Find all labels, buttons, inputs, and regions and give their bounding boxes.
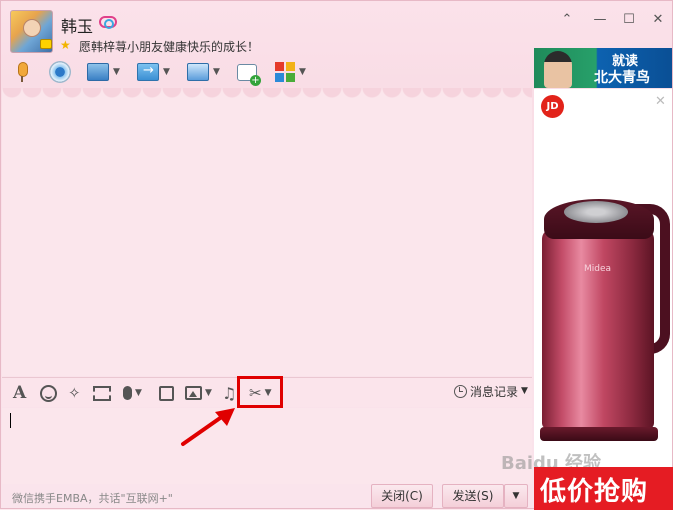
ad-panel[interactable]: JD ✕ Midea	[534, 89, 672, 509]
vip-status-icon[interactable]	[99, 16, 117, 29]
gif-button[interactable]	[93, 382, 111, 404]
send-sms-button[interactable]	[237, 59, 261, 86]
contact-signature: 愿韩梓荨小朋友健康快乐的成长！	[79, 40, 260, 54]
chevron-down-icon[interactable]: ▼	[163, 67, 170, 77]
ad-footer[interactable]: 低价抢购	[534, 467, 673, 510]
microphone-icon	[15, 61, 29, 83]
edit-icon	[159, 385, 174, 401]
voice-message-button[interactable]: ▼	[123, 382, 142, 404]
send-button[interactable]: 发送(S)	[442, 484, 504, 508]
smiley-icon	[40, 384, 57, 402]
video-call-button[interactable]	[49, 59, 71, 85]
image-icon	[185, 386, 202, 400]
voice-call-button[interactable]	[15, 59, 29, 85]
maximize-button[interactable]: ☐	[619, 11, 639, 29]
message-history-label: 消息记录	[470, 384, 519, 399]
font-button[interactable]: A	[13, 382, 26, 404]
remote-assist-button[interactable]: ▼	[187, 59, 220, 85]
star-icon: ★	[60, 38, 71, 52]
mobile-online-icon	[40, 39, 52, 49]
close-icon[interactable]: ✕	[655, 94, 666, 109]
camera-icon	[49, 61, 71, 83]
doodle-button[interactable]	[159, 382, 174, 404]
message-input[interactable]	[2, 408, 532, 484]
screen-icon	[87, 63, 109, 81]
ad-footer-text: 低价抢购	[540, 477, 649, 507]
emoji-button[interactable]	[40, 382, 57, 404]
apps-button[interactable]: ▼	[275, 59, 306, 85]
send-options-button[interactable]: ▼	[504, 484, 528, 508]
kettle-image	[542, 229, 654, 429]
chevron-down-icon[interactable]: ▼	[113, 67, 120, 77]
clock-icon	[454, 384, 467, 398]
bottom-bar: 微信携手EMBA，共话"互联网+" 关闭(C) 发送(S) ▼	[2, 484, 532, 509]
chat-window: 韩玉 ★ 愿韩梓荨小朋友健康快乐的成长！ ⌃ — ☐ ✕ ▼ ▼ ▼ ▼ A ✧…	[0, 0, 673, 510]
scallop-border	[2, 88, 532, 102]
chevron-down-icon[interactable]: ▼	[213, 67, 220, 77]
window-shake-button[interactable]: ✧	[68, 382, 81, 404]
folder-icon	[137, 63, 159, 81]
message-history-button[interactable]: 消息记录 ▼	[454, 381, 528, 401]
apps-grid-icon	[275, 62, 295, 82]
promo-link[interactable]: 微信携手EMBA，共话"互联网+"	[12, 490, 173, 506]
close-button[interactable]: 关闭(C)	[371, 484, 433, 508]
ad-person-image	[544, 51, 572, 88]
message-add-icon	[237, 63, 261, 86]
chevron-down-icon[interactable]: ▼	[521, 386, 528, 396]
top-toolbar: ▼ ▼ ▼ ▼	[9, 57, 529, 87]
text-caret	[10, 413, 11, 428]
chevron-down-icon[interactable]: ▼	[135, 388, 142, 398]
send-file-button[interactable]: ▼	[137, 59, 170, 85]
chevron-down-icon: ▼	[512, 491, 520, 501]
message-history-area[interactable]	[2, 88, 532, 376]
chevron-down-icon[interactable]: ▼	[299, 67, 306, 77]
kettle-base	[540, 427, 658, 441]
chevron-down-icon[interactable]: ▼	[205, 388, 212, 398]
music-button[interactable]: ♫	[222, 382, 236, 404]
ad-banner-line2: 北大青鸟	[594, 70, 650, 86]
red-arrow-annotation	[181, 408, 235, 446]
product-brand: Midea	[584, 264, 612, 274]
send-image-button[interactable]: ▼	[185, 382, 212, 404]
jd-logo: JD	[541, 95, 564, 118]
screen-share-button[interactable]: ▼	[87, 59, 120, 85]
kettle-knob	[564, 201, 628, 223]
skin-button[interactable]: ⌃	[557, 11, 577, 29]
microphone-icon	[123, 386, 132, 400]
film-icon	[93, 385, 111, 401]
close-window-button[interactable]: ✕	[648, 11, 668, 29]
contact-name[interactable]: 韩玉	[61, 13, 93, 37]
minimize-button[interactable]: —	[590, 11, 610, 29]
ad-banner[interactable]: 就读 北大青鸟	[534, 48, 672, 88]
screenshot-highlight-box	[237, 376, 283, 408]
monitor-icon	[187, 63, 209, 81]
